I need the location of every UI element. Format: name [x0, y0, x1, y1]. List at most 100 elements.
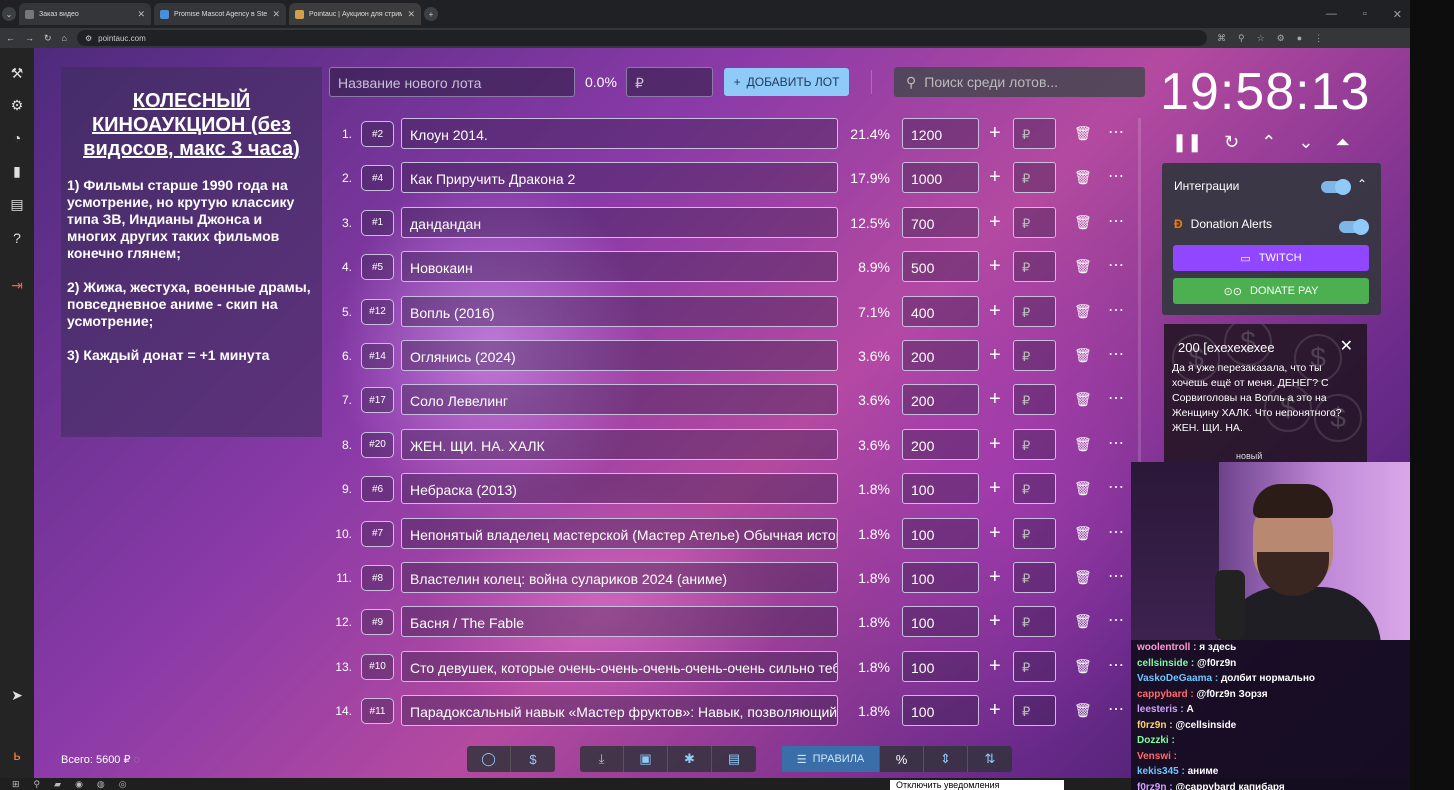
telegram-icon[interactable]: ➤: [0, 680, 34, 710]
lot-amount-input[interactable]: 1000: [902, 162, 979, 194]
lot-id-button[interactable]: #5: [361, 254, 394, 281]
lot-add-amount-input[interactable]: ₽: [1013, 206, 1056, 238]
lot-name-input[interactable]: Парадоксальный навык «Мастер фруктов»: Н…: [401, 695, 838, 727]
lot-id-button[interactable]: #12: [361, 298, 394, 325]
double-increase-icon[interactable]: ⏶: [1335, 132, 1349, 153]
home-icon[interactable]: ⌂: [62, 33, 67, 43]
donate-pay-button[interactable]: ⊙⊙ DONATE PAY: [1173, 278, 1369, 304]
more-options-icon[interactable]: ⋯: [1108, 699, 1125, 719]
tab-search-icon[interactable]: ⌄: [2, 7, 16, 21]
lot-amount-input[interactable]: 100: [902, 650, 979, 682]
lot-name-input[interactable]: Вопль (2016): [401, 295, 838, 327]
lot-name-input[interactable]: Сто девушек, которые очень-очень-очень-о…: [401, 650, 838, 682]
lot-amount-input[interactable]: 500: [902, 251, 979, 283]
trash-icon[interactable]: 🗑: [1074, 258, 1092, 275]
add-amount-plus-icon[interactable]: +: [989, 566, 1001, 589]
lot-add-amount-input[interactable]: ₽: [1013, 162, 1056, 194]
forward-icon[interactable]: →: [25, 33, 34, 43]
close-icon[interactable]: ✕: [1340, 336, 1353, 356]
help-question-icon[interactable]: ?: [0, 223, 34, 253]
add-amount-plus-icon[interactable]: +: [989, 522, 1001, 545]
more-options-icon[interactable]: ⋯: [1108, 255, 1125, 275]
more-options-icon[interactable]: ⋯: [1108, 566, 1125, 586]
lot-amount-input[interactable]: 200: [902, 428, 979, 460]
lot-amount-input[interactable]: 100: [902, 562, 979, 593]
lot-name-input[interactable]: Новокаин: [401, 251, 838, 283]
compact-view-icon[interactable]: ⇕: [924, 746, 968, 772]
lot-add-amount-input[interactable]: ₽: [1013, 340, 1056, 371]
add-amount-plus-icon[interactable]: +: [989, 122, 1001, 145]
more-options-icon[interactable]: ⋯: [1108, 433, 1125, 453]
save-icon[interactable]: ▣: [624, 746, 668, 772]
lot-name-input[interactable]: ЖЕН. ЩИ. НА. ХАЛК: [401, 428, 838, 460]
lot-name-input[interactable]: Непонятый владелец мастерской (Мастер Ат…: [401, 517, 838, 549]
hide-eye-icon[interactable]: ◌: [134, 754, 141, 766]
add-amount-plus-icon[interactable]: +: [989, 166, 1001, 189]
bug-icon[interactable]: ✱: [668, 746, 712, 772]
trash-icon[interactable]: 🗑: [1074, 347, 1092, 364]
lot-id-button[interactable]: #20: [361, 431, 394, 458]
lot-amount-input[interactable]: 1200: [902, 118, 979, 149]
add-amount-plus-icon[interactable]: +: [989, 388, 1001, 411]
add-amount-plus-icon[interactable]: +: [989, 655, 1001, 678]
new-lot-name-input[interactable]: Название нового лота: [329, 67, 575, 97]
add-lot-button[interactable]: + ДОБАВИТЬ ЛОТ: [724, 68, 849, 96]
more-options-icon[interactable]: ⋯: [1108, 122, 1125, 142]
address-bar[interactable]: ⚙ pointauc.com: [76, 30, 1207, 46]
lot-amount-input[interactable]: 400: [902, 295, 979, 327]
lot-amount-input[interactable]: 700: [902, 206, 979, 238]
bookmark-star-icon[interactable]: ☆: [1257, 33, 1265, 44]
clear-list-icon[interactable]: ▤: [712, 746, 756, 772]
trash-icon[interactable]: 🗑: [1074, 303, 1092, 320]
trash-icon[interactable]: 🗑: [1074, 525, 1092, 542]
lot-id-button[interactable]: #6: [361, 476, 394, 503]
download-icon[interactable]: ⤓: [580, 746, 624, 772]
lot-name-input[interactable]: Властелин колец: война сулариков 2024 (а…: [401, 562, 838, 593]
lot-amount-input[interactable]: 200: [902, 384, 979, 416]
more-options-icon[interactable]: ⋯: [1108, 344, 1125, 364]
more-options-icon[interactable]: ⋯: [1108, 388, 1125, 408]
lot-name-input[interactable]: Басня / The Fable: [401, 606, 838, 638]
browser-tab-2[interactable]: Promise Mascot Agency в Stea ✕: [154, 3, 286, 25]
lot-add-amount-input[interactable]: ₽: [1013, 428, 1056, 460]
chevron-up-icon[interactable]: ⌃: [1357, 177, 1367, 191]
decrease-icon[interactable]: ⌄: [1298, 132, 1313, 153]
add-amount-plus-icon[interactable]: +: [989, 255, 1001, 278]
lot-amount-input[interactable]: 100: [902, 606, 979, 638]
lot-id-button[interactable]: #14: [361, 343, 394, 369]
donation-alerts-toggle[interactable]: [1339, 219, 1369, 235]
more-options-icon[interactable]: ⋯: [1108, 477, 1125, 497]
dollar-icon[interactable]: $: [511, 746, 555, 772]
lot-name-input[interactable]: дандандан: [401, 206, 838, 238]
integrations-toggle[interactable]: [1321, 179, 1351, 195]
new-tab-icon[interactable]: +: [424, 7, 438, 21]
back-icon[interactable]: ←: [6, 33, 15, 43]
twitch-button[interactable]: ▭ TWITCH: [1173, 245, 1369, 271]
trash-icon[interactable]: 🗑: [1074, 125, 1092, 142]
profile-icon[interactable]: ●: [1297, 33, 1302, 44]
trash-icon[interactable]: 🗑: [1074, 569, 1092, 586]
trash-icon[interactable]: 🗑: [1074, 658, 1092, 675]
pause-icon[interactable]: ❚❚: [1172, 132, 1202, 153]
history-clipboard-icon[interactable]: ▤: [0, 189, 34, 219]
stats-bar-icon[interactable]: ▮: [0, 156, 34, 186]
lot-name-input[interactable]: Клоун 2014.: [401, 118, 838, 149]
lot-add-amount-input[interactable]: ₽: [1013, 295, 1056, 327]
lot-add-amount-input[interactable]: ₽: [1013, 118, 1056, 149]
maximize-icon[interactable]: ▫: [1363, 8, 1367, 20]
lot-amount-input[interactable]: 100: [902, 473, 979, 505]
lot-name-input[interactable]: Оглянись (2024): [401, 340, 838, 371]
start-icon[interactable]: ⊞: [12, 779, 20, 790]
extensions-icon[interactable]: ⚙: [1277, 33, 1285, 44]
add-amount-plus-icon[interactable]: +: [989, 433, 1001, 456]
trash-icon[interactable]: 🗑: [1074, 391, 1092, 408]
lot-name-input[interactable]: Как Приручить Дракона 2: [401, 162, 838, 194]
logout-icon[interactable]: ⇥: [0, 270, 34, 300]
lot-add-amount-input[interactable]: ₽: [1013, 251, 1056, 283]
firefox-icon[interactable]: ◍: [97, 779, 105, 790]
brand-logo-icon[interactable]: ь: [0, 740, 34, 770]
more-options-icon[interactable]: ⋯: [1108, 610, 1125, 630]
browser-tab-1[interactable]: Заказ видео ✕: [19, 3, 151, 25]
restart-icon[interactable]: ↻: [1224, 132, 1239, 153]
lot-name-input[interactable]: Соло Левелинг: [401, 384, 838, 416]
